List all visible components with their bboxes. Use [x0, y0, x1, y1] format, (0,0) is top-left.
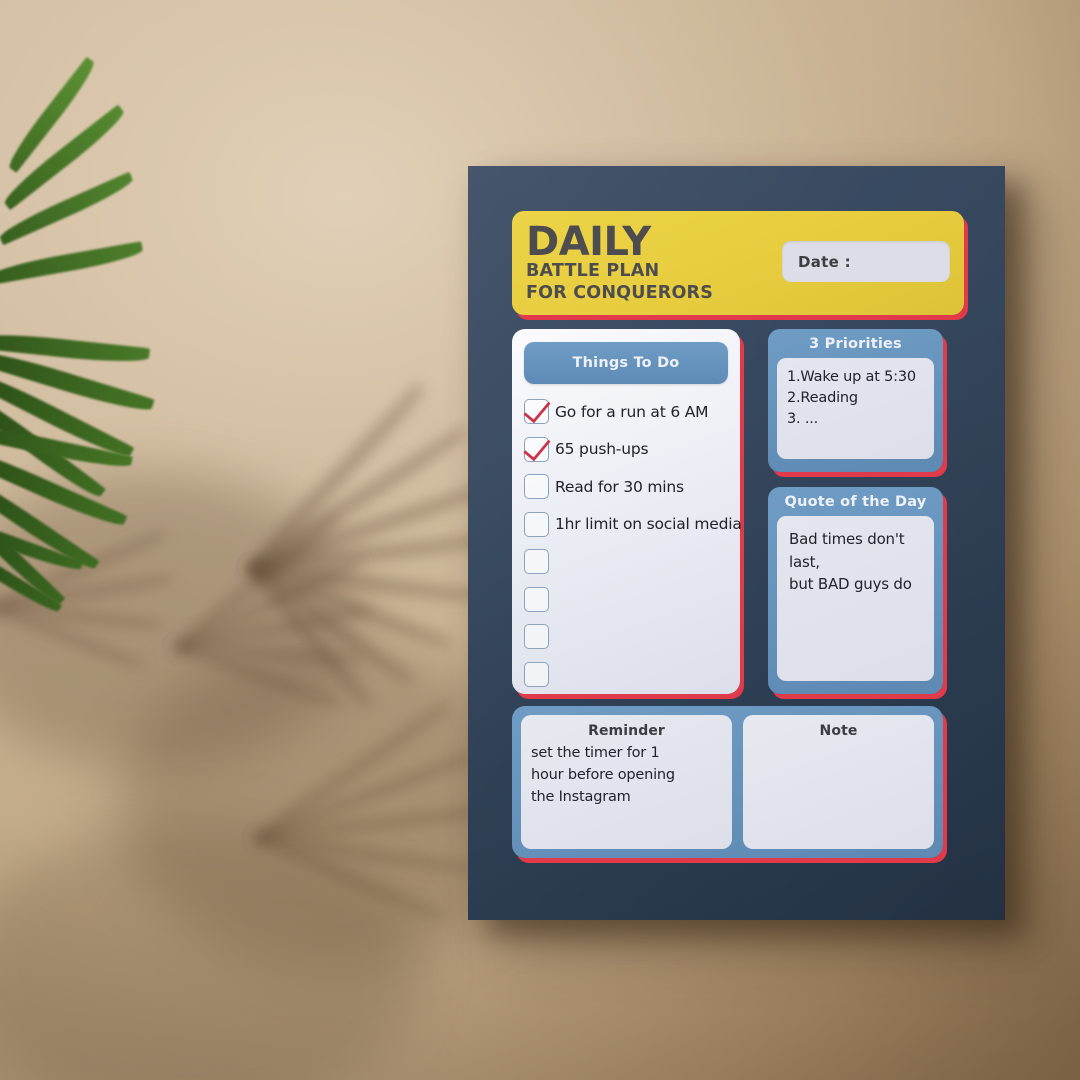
- checkbox-checked-icon[interactable]: [524, 436, 549, 462]
- quote-line: but BAD guys do: [789, 575, 912, 593]
- daily-planner-poster: DAILY BATTLE PLAN FOR CONQUERORS Date : …: [468, 166, 1005, 920]
- checkbox-icon[interactable]: [524, 661, 549, 687]
- reminder-note-tray: Reminder set the timer for 1 hour before …: [512, 706, 943, 858]
- scene-wall: DAILY BATTLE PLAN FOR CONQUERORS Date : …: [0, 0, 1080, 1080]
- checkbox-icon[interactable]: [524, 624, 549, 650]
- quote-panel: Quote of the Day Bad times don't last, but…: [768, 487, 943, 694]
- todo-item-label: Read for 30 mins: [555, 477, 684, 496]
- note-heading: Note: [819, 723, 858, 739]
- reminder-line: the Instagram: [531, 789, 631, 806]
- reminder-panel[interactable]: Reminder set the timer for 1 hour before …: [521, 715, 732, 849]
- subtitle-line-2: FOR CONQUERORS: [526, 282, 714, 303]
- todo-item[interactable]: [524, 618, 728, 656]
- todo-item[interactable]: 65 push-ups: [524, 431, 728, 469]
- priority-line: 1.Wake up at 5:30: [787, 369, 916, 385]
- things-to-do-panel: Things To Do Go for a run at 6 AM 65 push…: [512, 329, 742, 694]
- checkbox-checked-icon[interactable]: [524, 399, 549, 425]
- todo-item[interactable]: [524, 543, 728, 581]
- priorities-heading: 3 Priorities: [809, 336, 902, 352]
- todo-item[interactable]: Read for 30 mins: [524, 468, 728, 506]
- things-to-do-heading: Things To Do: [572, 355, 680, 371]
- reminder-line: hour before opening: [531, 767, 675, 784]
- things-to-do-list: Go for a run at 6 AM 65 push-ups Read for …: [524, 393, 742, 694]
- todo-item-label: Go for a run at 6 AM: [555, 402, 709, 421]
- note-panel[interactable]: Note: [743, 715, 934, 849]
- priority-line: 2.Reading: [787, 390, 858, 407]
- priorities-writing-area[interactable]: 1.Wake up at 5:30 2.Reading 3. ...: [777, 358, 934, 459]
- quote-heading: Quote of the Day: [784, 494, 927, 510]
- reminder-writing-area: set the timer for 1 hour before opening th…: [531, 742, 722, 808]
- checkbox-icon[interactable]: [524, 586, 549, 612]
- todo-item[interactable]: Go for a run at 6 AM: [524, 393, 728, 431]
- date-label: Date :: [798, 252, 851, 271]
- reminder-heading: Reminder: [588, 723, 665, 739]
- priority-line: 3. ...: [787, 411, 819, 428]
- quote-line: Bad times don't: [789, 530, 905, 548]
- todo-item-label: 1hr limit on social media: [555, 515, 742, 534]
- todo-item[interactable]: [524, 581, 728, 619]
- checkbox-icon[interactable]: [524, 474, 549, 500]
- todo-item[interactable]: [524, 656, 728, 694]
- todo-item[interactable]: 1hr limit on social media: [524, 506, 742, 544]
- quote-line: last,: [789, 552, 820, 571]
- quote-writing-area[interactable]: Bad times don't last, but BAD guys do: [777, 516, 934, 681]
- priorities-panel: 3 Priorities 1.Wake up at 5:30 2.Reading 3…: [768, 329, 943, 472]
- checkbox-icon[interactable]: [524, 549, 549, 575]
- things-to-do-heading-pill: Things To Do: [524, 342, 728, 384]
- poster-header: DAILY BATTLE PLAN FOR CONQUERORS Date :: [512, 211, 964, 315]
- reminder-line: set the timer for 1: [531, 745, 660, 761]
- checkbox-icon[interactable]: [524, 511, 549, 537]
- date-field[interactable]: Date :: [782, 241, 950, 282]
- todo-item-label: 65 push-ups: [555, 440, 649, 459]
